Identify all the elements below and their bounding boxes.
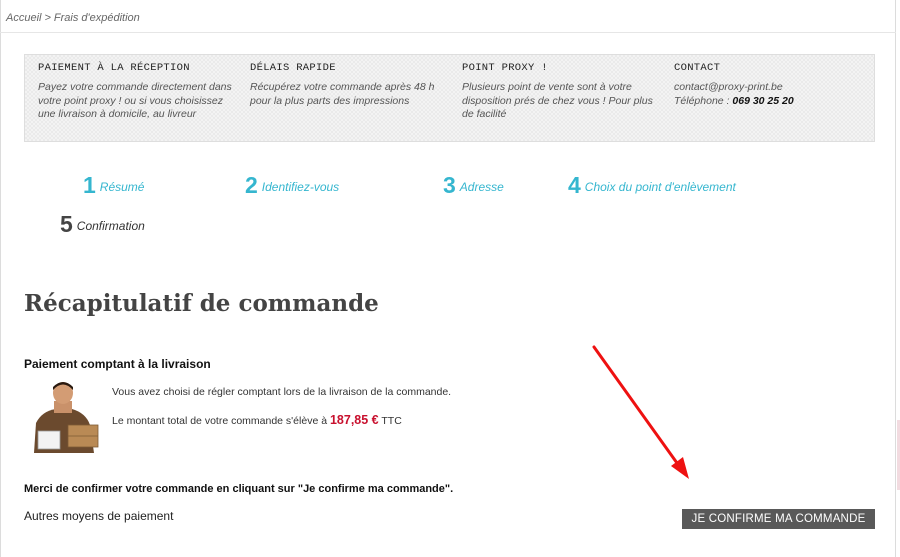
step-number: 5 — [60, 211, 73, 237]
header-divider — [0, 32, 896, 33]
step-confirmation: 5 Confirmation — [60, 211, 145, 238]
breadcrumb: Accueil > Frais d'expédition — [6, 12, 140, 24]
step-label: Résumé — [99, 180, 145, 194]
delivery-man-image — [24, 381, 102, 453]
step-label: Choix du point d'enlèvement — [584, 180, 736, 194]
other-payment-methods-link[interactable]: Autres moyens de paiement — [24, 509, 173, 523]
step-number: 1 — [83, 172, 96, 198]
info-title: DÉLAIS RAPIDE — [250, 62, 336, 74]
breadcrumb-current: Frais d'expédition — [53, 12, 140, 24]
payment-method-title: Paiement comptant à la livraison — [24, 357, 211, 371]
info-column-payment: PAIEMENT À LA RÉCEPTION Payez votre comm… — [38, 62, 238, 122]
confirm-instruction: Merci de confirmer votre commande en cli… — [24, 483, 454, 495]
page-title: Récapitulatif de commande — [24, 290, 379, 317]
step-number: 2 — [245, 172, 258, 198]
info-text: Payez votre commande directement dans vo… — [38, 81, 232, 120]
red-arrow-icon — [592, 345, 689, 479]
info-panel: PAIEMENT À LA RÉCEPTION Payez votre comm… — [24, 54, 875, 142]
breadcrumb-home-link[interactable]: Accueil — [6, 12, 41, 24]
phone-number: 069 30 25 20 — [732, 94, 794, 107]
step-label: Adresse — [459, 180, 504, 194]
info-text: Plusieurs point de vente sont à votre di… — [462, 81, 653, 120]
info-title: CONTACT — [674, 62, 721, 74]
info-column-delay: DÉLAIS RAPIDE Récupérez votre commande a… — [250, 62, 450, 108]
currency-suffix: TTC — [381, 415, 402, 427]
step-identify[interactable]: 2 Identifiez-vous — [245, 172, 339, 199]
breadcrumb-separator: > — [44, 12, 51, 24]
confirm-order-button[interactable]: JE CONFIRME MA COMMANDE — [682, 509, 875, 529]
step-resume[interactable]: 1 Résumé — [83, 172, 144, 199]
phone-label: Téléphone : — [674, 94, 730, 107]
contact-email[interactable]: contact@proxy-print.be — [674, 81, 874, 95]
step-label: Identifiez-vous — [261, 180, 340, 194]
step-address[interactable]: 3 Adresse — [443, 172, 504, 199]
step-number: 3 — [443, 172, 456, 198]
info-column-contact: CONTACT contact@proxy-print.be Téléphone… — [674, 62, 874, 108]
order-total-amount: 187,85 € — [329, 413, 379, 427]
info-title: PAIEMENT À LA RÉCEPTION — [38, 62, 190, 74]
info-title: POINT PROXY ! — [462, 62, 548, 74]
order-total-line: Le montant total de votre commande s'élè… — [112, 413, 402, 427]
info-text: Récupérez votre commande après 48 h pour… — [250, 81, 435, 107]
step-number: 4 — [568, 172, 581, 198]
info-column-proxy: POINT PROXY ! Plusieurs point de vente s… — [462, 62, 662, 122]
step-pickup-point[interactable]: 4 Choix du point d'enlèvement — [568, 172, 736, 199]
total-prefix: Le montant total de votre commande s'élè… — [112, 415, 328, 427]
payment-description: Vous avez choisi de régler comptant lors… — [112, 386, 452, 398]
contact-phone: Téléphone : 069 30 25 20 — [674, 95, 874, 109]
step-label: Confirmation — [76, 219, 145, 233]
